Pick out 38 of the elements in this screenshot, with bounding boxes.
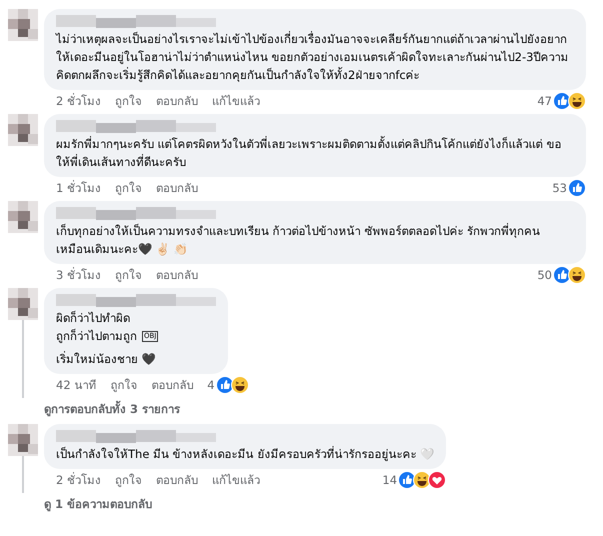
timestamp-link[interactable]: 2 ชั่วโมง [56,471,101,489]
view-replies-link[interactable]: ดูการตอบกลับทั้ง 3 รายการ [44,402,180,416]
avatar-icon[interactable] [8,9,38,41]
laughing-face-icon[interactable] [230,376,249,394]
reaction-count[interactable]: 47 [537,94,552,108]
timestamp-link[interactable]: 42 นาที [56,376,96,394]
action-link[interactable]: ตอบกลับ [156,471,198,489]
edited-label[interactable]: แก้ไขแล้ว [212,471,260,489]
action-link[interactable]: ถูกใจ [114,471,142,489]
avatar-icon[interactable] [8,424,38,456]
action-link[interactable]: ถูกใจ [114,92,142,110]
comment-text: เป็นกำลังใจให้The มีน ข้างหลังเดอะมีน ยังมีครอบครัวที่น่ารักรออยู่นะคะ 🤍 [56,445,434,463]
action-link[interactable]: ตอบกลับ [156,179,198,197]
action-link[interactable]: ถูกใจ [114,266,142,284]
reaction-count[interactable]: 4 [207,378,215,392]
avatar-icon[interactable] [8,114,38,146]
edited-label[interactable]: แก้ไขแล้ว [212,92,260,110]
action-link[interactable]: ตอบกลับ [151,376,194,394]
laughing-face-icon[interactable] [568,266,586,284]
reaction-count[interactable]: 14 [382,473,398,487]
action-link[interactable]: ตอบกลับ [156,266,198,284]
avatar-icon[interactable] [8,201,38,233]
avatar-icon[interactable] [8,288,38,320]
comment-text: ผมรักพี่มากๆนะครับ แต่โคตรผิดหวังในตัวพี่เลยวะเพราะผมติดตามตั้งแต่คลิปกินโค้กแต่ยังไงก็แล้วแต่ ขอให้พี่เดินเส้นทางที่ดีนะครับ [56,135,562,171]
timestamp-link[interactable]: 1 ชั่วโมง [56,179,101,197]
action-link[interactable]: ถูกใจ [114,179,142,197]
action-link[interactable]: ตอบกลับ [156,92,198,110]
laughing-face-icon[interactable] [568,92,586,110]
comment-text: ไม่ว่าเหตุผลจะเป็นอย่างไรเราจะไม่เข้าไปข้องเกี่ยวเรื่องมันอาจจะเคลียร์กันยากแต่ถ้าเวลาผ่านไปยังอยากให้เดอะมีนอยู่ในโอฮาน่าไม่ว่าตำแหน่งไหน ขอยกตัวอย่างเอมเนตรเค้าผิดใจทะเลาะกันผ่านไป2-3ปีความคิดตกผลึกจะเริ่มรู้สึกคิดได้และอยากคุยกันเป็นกำลังใจให้ทั้ง2ฝ่ายจากfcค่ะ [56,30,570,84]
action-link[interactable]: ถูกใจ [110,376,138,394]
comment-text: เก็บทุกอย่างให้เป็นความทรงจำและบทเรียน ก้าวต่อไปข้างหน้า ซัพพอร์ตตลอดไปค่ะ รักพวกพี่ทุกคนเหมือนเดิมนะคะ🖤 ✌🏻 👏🏻 [56,222,541,258]
reaction-count[interactable]: 50 [537,268,552,282]
thumbs-up-icon[interactable] [568,179,586,197]
view-replies-link[interactable]: ดู 1 ข้อความตอบกลับ [44,497,152,511]
comment-text: เริ่มใหม่น้องชาย 🖤 [56,350,157,368]
reaction-count[interactable]: 53 [552,181,567,195]
timestamp-link[interactable]: 2 ชั่วโมง [56,92,101,110]
timestamp-link[interactable]: 3 ชั่วโมง [56,266,101,284]
